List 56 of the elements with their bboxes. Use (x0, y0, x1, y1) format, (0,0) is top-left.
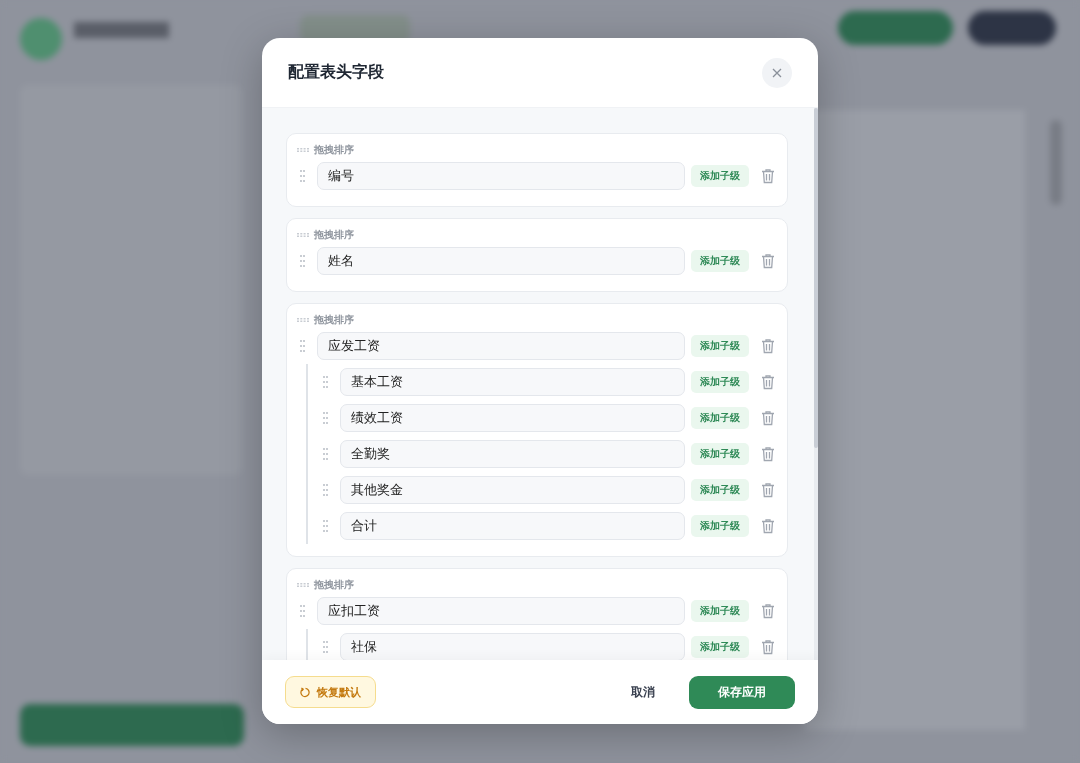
grip-icon (297, 318, 309, 322)
drag-handle-icon[interactable] (322, 641, 328, 653)
trash-icon[interactable] (761, 603, 775, 619)
drag-hint: 拖拽排序 (314, 578, 354, 592)
trash-icon[interactable] (761, 446, 775, 462)
trash-icon[interactable] (761, 410, 775, 426)
field-name-input[interactable]: 社保 (340, 633, 685, 660)
trash-icon[interactable] (761, 639, 775, 655)
add-child-button[interactable]: 添加子级 (691, 371, 749, 393)
scrollbar[interactable] (814, 108, 818, 660)
grip-icon (297, 233, 309, 237)
cancel-button[interactable]: 取消 (617, 675, 669, 709)
drag-hint: 拖拽排序 (314, 313, 354, 327)
add-child-button[interactable]: 添加子级 (691, 600, 749, 622)
trash-icon[interactable] (761, 482, 775, 498)
save-button[interactable]: 保存应用 (689, 675, 795, 709)
close-icon (772, 67, 782, 78)
field-name-input[interactable]: 应发工资 (317, 332, 685, 360)
drag-handle-icon[interactable] (299, 340, 305, 352)
field-name-input[interactable]: 编号 (317, 162, 685, 190)
dialog-title: 配置表头字段 (288, 62, 384, 83)
drag-handle-icon[interactable] (322, 376, 328, 388)
grip-icon (297, 148, 309, 152)
add-child-button[interactable]: 添加子级 (691, 443, 749, 465)
drag-handle-icon[interactable] (322, 448, 328, 460)
add-child-button[interactable]: 添加子级 (691, 479, 749, 501)
trash-icon[interactable] (761, 518, 775, 534)
trash-icon[interactable] (761, 374, 775, 390)
field-name-input[interactable]: 全勤奖 (340, 440, 685, 468)
close-button[interactable] (762, 57, 792, 88)
drag-handle-icon[interactable] (322, 520, 328, 532)
add-child-button[interactable]: 添加子级 (691, 250, 749, 272)
drag-handle-icon[interactable] (322, 484, 328, 496)
field-name-input[interactable]: 基本工资 (340, 368, 685, 396)
field-name-input[interactable]: 合计 (340, 512, 685, 540)
reset-button[interactable]: 恢复默认 (285, 676, 376, 708)
add-child-button[interactable]: 添加子级 (691, 165, 749, 187)
add-child-button[interactable]: 添加子级 (691, 636, 749, 658)
add-child-button[interactable]: 添加子级 (691, 515, 749, 537)
field-name-input[interactable]: 姓名 (317, 247, 685, 275)
add-child-button[interactable]: 添加子级 (691, 335, 749, 357)
drag-hint: 拖拽排序 (314, 228, 354, 242)
field-name-input[interactable]: 其他奖金 (340, 476, 685, 504)
drag-handle-icon[interactable] (299, 605, 305, 617)
trash-icon[interactable] (761, 253, 775, 269)
reset-icon (300, 686, 311, 698)
drag-handle-icon[interactable] (299, 170, 305, 182)
add-child-button[interactable]: 添加子级 (691, 407, 749, 429)
field-name-input[interactable]: 绩效工资 (340, 404, 685, 432)
drag-handle-icon[interactable] (299, 255, 305, 267)
trash-icon[interactable] (761, 338, 775, 354)
trash-icon[interactable] (761, 168, 775, 184)
grip-icon (297, 583, 309, 587)
drag-hint: 拖拽排序 (314, 143, 354, 157)
drag-handle-icon[interactable] (322, 412, 328, 424)
field-name-input[interactable]: 应扣工资 (317, 597, 685, 625)
